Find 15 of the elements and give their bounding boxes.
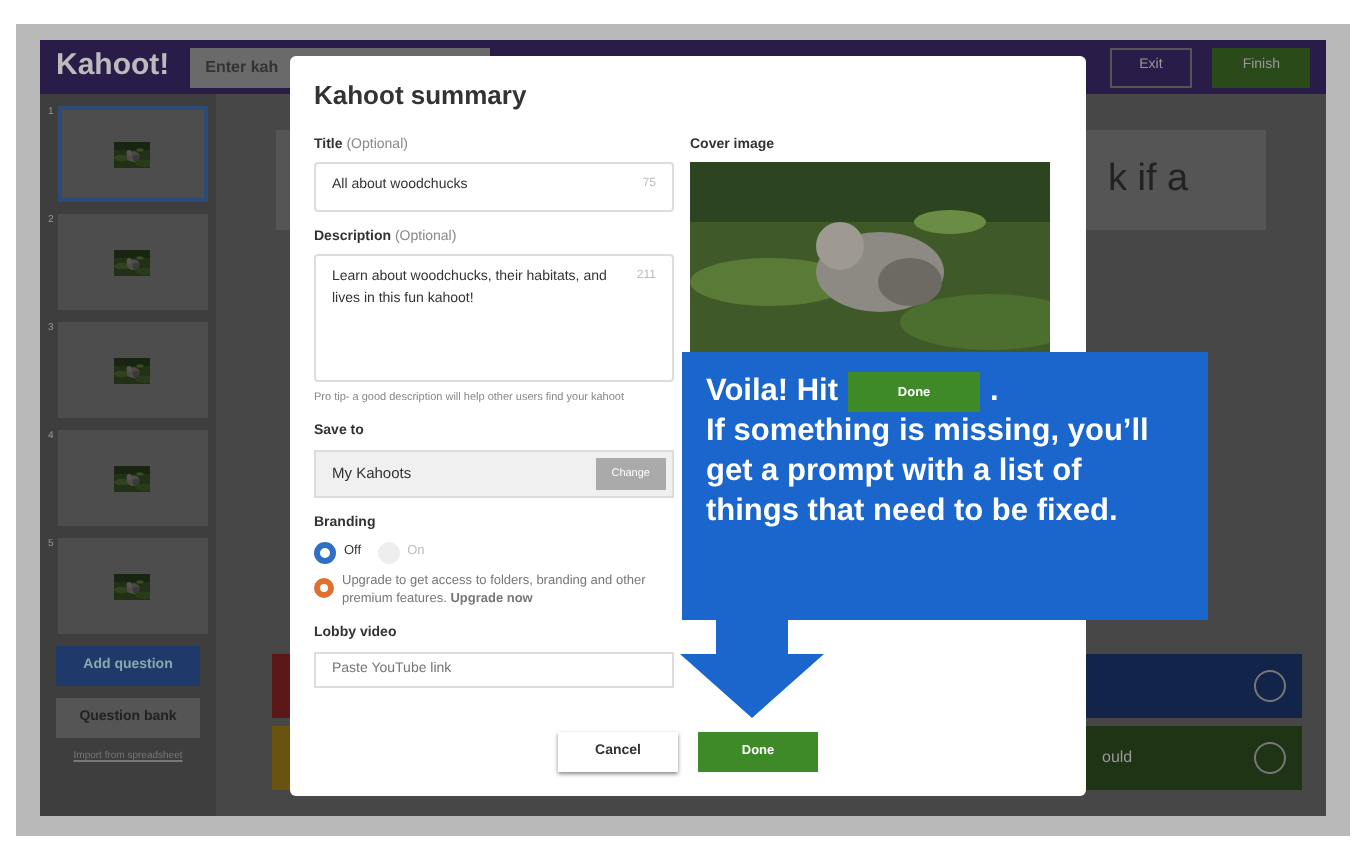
callout-text: . xyxy=(990,372,999,412)
callout-text: Voila! Hit xyxy=(706,372,839,412)
radio-button[interactable] xyxy=(314,541,336,564)
slide-thumbnail[interactable] xyxy=(57,430,208,526)
check-icon xyxy=(1254,670,1286,702)
check-icon xyxy=(1254,742,1286,774)
answer-text: ould xyxy=(1102,746,1133,770)
callout-text: If something is missing, you’ll get a prompt with a list of things that need to be fixed. xyxy=(706,412,1151,532)
warning-icon xyxy=(314,577,334,598)
slide-thumbnail[interactable] xyxy=(57,538,208,634)
logo: Kahoot! xyxy=(56,46,170,87)
slide-thumbnail[interactable] xyxy=(57,106,208,202)
slide-thumbnail[interactable] xyxy=(57,214,208,310)
dialog-title: Kahoot summary xyxy=(314,80,529,112)
slide-thumbnail[interactable] xyxy=(57,322,208,418)
